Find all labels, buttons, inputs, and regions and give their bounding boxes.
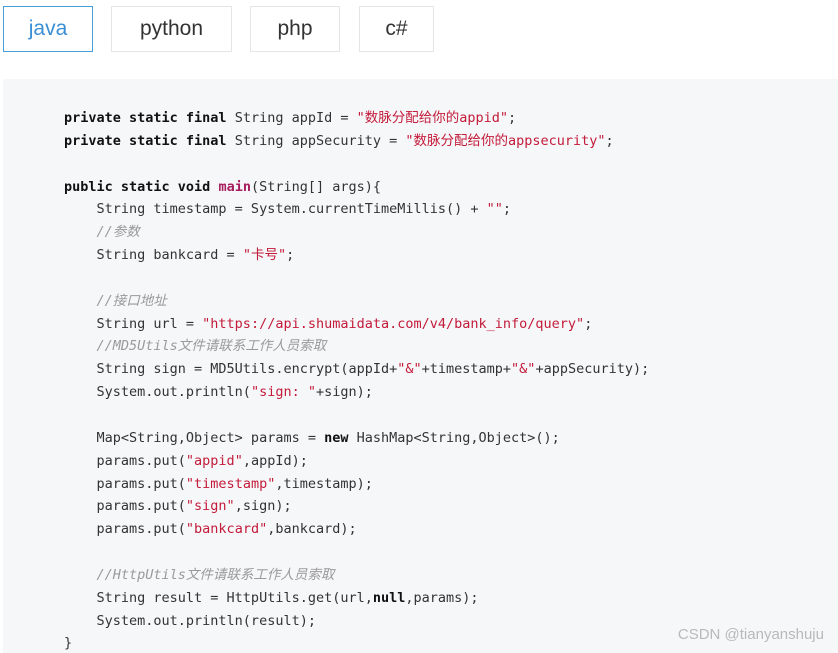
code-token: params.put(	[64, 498, 186, 515]
code-token: "timestamp"	[185, 475, 276, 492]
tab-java[interactable]: java	[3, 6, 93, 52]
code-token: //接口地址	[64, 292, 167, 309]
code-line: String bankcard = "卡号";	[64, 244, 649, 267]
code-token: String timestamp = System.currentTimeMil…	[64, 201, 487, 218]
code-token: params.put(	[64, 475, 186, 492]
tab-csharp[interactable]: c#	[359, 6, 434, 52]
code-line: String result = HttpUtils.get(url,null,p…	[64, 587, 649, 610]
code-token: System.out.println(result);	[64, 612, 316, 629]
code-token: new	[324, 429, 349, 446]
code-line: String url = "https://api.shumaidata.com…	[64, 313, 649, 336]
tab-python[interactable]: python	[111, 6, 232, 52]
code-token: ,timestamp);	[275, 475, 373, 492]
language-tabs: java python php c#	[3, 6, 838, 54]
code-token: ,params);	[405, 589, 479, 606]
code-line: String sign = MD5Utils.encrypt(appId+"&"…	[64, 358, 650, 381]
code-token: ;	[508, 110, 517, 126]
code-token: ;	[605, 132, 614, 149]
code-token: //HttpUtils文件请联系工作人员索取	[64, 566, 335, 583]
code-token: String sign = MD5Utils.encrypt(appId+	[64, 361, 398, 378]
code-token: String appSecurity =	[226, 132, 406, 149]
code-token: params.put(	[64, 521, 186, 538]
watermark: CSDN @tianyanshuju	[677, 626, 824, 643]
code-token: ,sign);	[234, 498, 292, 515]
tab-php[interactable]: php	[250, 6, 340, 52]
code-token: String bankcard =	[64, 247, 243, 264]
code-token: "appid"	[185, 452, 243, 469]
code-token: HashMap<String,Object>();	[348, 429, 560, 446]
code-line: String timestamp = System.currentTimeMil…	[64, 198, 649, 221]
code-token: System.out.println(	[64, 384, 251, 401]
code-token: +timestamp+	[421, 361, 512, 378]
code-token: "https://api.shumaidata.com/v4/bank_info…	[202, 315, 585, 332]
code-line: params.put("timestamp",timestamp);	[64, 473, 649, 496]
code-token: null	[372, 589, 406, 606]
code-line: //参数	[64, 221, 649, 244]
code-token: Map<String,Object> params =	[64, 429, 325, 446]
code-token: main	[218, 178, 251, 195]
code-line: private static final String appId = "数脉分…	[64, 107, 649, 130]
code-line: }	[64, 632, 649, 653]
code-line: //MD5Utils文件请联系工作人员索取	[64, 335, 649, 358]
code-line: private static final String appSecurity …	[64, 130, 649, 153]
code-token: }	[64, 635, 73, 652]
code-token: "数脉分配给你的appid"	[356, 110, 509, 126]
code-token: ;	[502, 201, 512, 218]
code-line: public static void main(String[] args){	[64, 176, 649, 199]
code-line: params.put("appid",appId);	[64, 450, 649, 473]
code-token: private static final	[64, 110, 227, 126]
code-line: System.out.println(result);	[64, 610, 649, 633]
code-line: //接口地址	[64, 290, 649, 313]
code-token: String result = HttpUtils.get(url,	[64, 589, 373, 606]
code-token: ,appId);	[242, 452, 308, 469]
code-token: String url =	[64, 315, 203, 332]
code-content: private static final String appId = "数脉分…	[64, 107, 649, 653]
code-token: "&"	[511, 361, 536, 378]
code-token: +appSecurity);	[535, 361, 650, 378]
code-token: ""	[486, 201, 503, 218]
code-line: Map<String,Object> params = new HashMap<…	[64, 427, 649, 450]
code-token: ;	[584, 315, 593, 332]
code-token: //MD5Utils文件请联系工作人员索取	[64, 338, 327, 355]
code-token: "数脉分配给你的appsecurity"	[405, 132, 606, 149]
code-token: (String[] args){	[250, 178, 381, 195]
code-token: "bankcard"	[185, 521, 268, 538]
code-line: params.put("bankcard",bankcard);	[64, 518, 649, 541]
code-token: String appId =	[226, 110, 357, 126]
code-token: "sign"	[185, 498, 235, 515]
code-token: "卡号"	[242, 247, 287, 264]
code-line: //HttpUtils文件请联系工作人员索取	[64, 564, 649, 587]
code-token: "&"	[397, 361, 422, 378]
code-token: //参数	[64, 224, 140, 241]
code-line: params.put("sign",sign);	[64, 495, 649, 518]
code-token: ;	[286, 247, 295, 264]
code-token: params.put(	[64, 452, 186, 469]
code-token: public static void	[64, 178, 219, 195]
code-block: private static final String appId = "数脉分…	[3, 79, 838, 653]
code-line: System.out.println("sign: "+sign);	[64, 381, 649, 404]
code-token: +sign);	[315, 384, 373, 401]
code-token: ,bankcard);	[267, 521, 357, 538]
code-token: private static final	[64, 132, 227, 149]
code-token: "sign: "	[250, 384, 316, 401]
